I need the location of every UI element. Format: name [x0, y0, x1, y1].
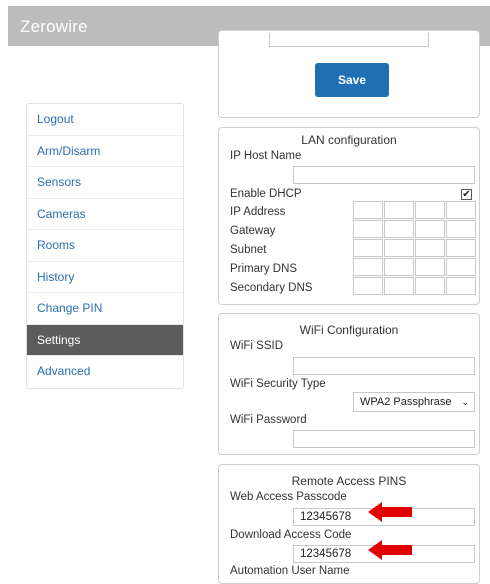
subnet-label: Subnet — [230, 244, 267, 256]
download-access-code-label: Download Access Code — [230, 529, 352, 541]
wifi-config-title: WiFi Configuration — [299, 323, 399, 337]
secondary-dns-octet-3[interactable] — [415, 277, 445, 295]
wifi-ssid-input[interactable] — [293, 357, 475, 375]
sidebar-item-sensors[interactable]: Sensors — [27, 167, 183, 199]
gateway-octet-1[interactable] — [353, 220, 383, 238]
gateway-octet-4[interactable] — [446, 220, 476, 238]
primary-dns-octet-4[interactable] — [446, 258, 476, 276]
ip-address-label: IP Address — [230, 206, 286, 218]
subnet-octet-1[interactable] — [353, 239, 383, 257]
sidebar-item-arm-disarm[interactable]: Arm/Disarm — [27, 136, 183, 167]
wifi-ssid-label: WiFi SSID — [230, 340, 284, 352]
annotation-arrow-icon — [368, 502, 412, 522]
secondary-dns-octet-4[interactable] — [446, 277, 476, 295]
sidebar-nav: Logout Arm/Disarm Sensors Cameras Rooms … — [26, 103, 184, 389]
ip-host-name-label: IP Host Name — [230, 150, 302, 162]
ip-address-octet-4[interactable] — [446, 201, 476, 219]
wifi-password-input[interactable] — [293, 430, 475, 448]
sidebar-item-advanced[interactable]: Advanced — [27, 356, 183, 388]
sidebar-item-logout[interactable]: Logout — [27, 104, 183, 136]
annotation-arrow-icon — [368, 540, 412, 560]
remote-access-panel: Remote Access PINS Web Access Passcode 1… — [218, 464, 480, 584]
sidebar-item-cameras[interactable]: Cameras — [27, 199, 183, 230]
subnet-octet-4[interactable] — [446, 239, 476, 257]
secondary-dns-octet-2[interactable] — [384, 277, 414, 295]
lan-config-panel: LAN configuration IP Host Name Enable DH… — [218, 127, 480, 305]
automation-user-name-label: Automation User Name — [230, 565, 350, 577]
ip-address-octet-1[interactable] — [353, 201, 383, 219]
gateway-octet-2[interactable] — [384, 220, 414, 238]
enable-dhcp-label: Enable DHCP — [230, 188, 302, 200]
save-button[interactable]: Save — [315, 63, 389, 97]
primary-dns-label: Primary DNS — [230, 263, 298, 275]
wifi-security-type-select[interactable]: WPA2 Passphrase ⌄ — [353, 392, 475, 412]
gateway-label: Gateway — [230, 225, 276, 237]
lan-config-title: LAN configuration — [301, 133, 397, 147]
subnet-octet-3[interactable] — [415, 239, 445, 257]
ip-address-octet-2[interactable] — [384, 201, 414, 219]
ip-address-octet-3[interactable] — [415, 201, 445, 219]
sidebar-item-settings[interactable]: Settings — [27, 324, 183, 356]
sidebar-item-history[interactable]: History — [27, 262, 183, 293]
secondary-dns-label: Secondary DNS — [230, 282, 313, 294]
web-access-passcode-label: Web Access Passcode — [230, 491, 347, 503]
save-panel: Save — [218, 30, 480, 118]
primary-dns-octet-1[interactable] — [353, 258, 383, 276]
sidebar-item-change-pin[interactable]: Change PIN — [27, 293, 183, 325]
primary-dns-octet-2[interactable] — [384, 258, 414, 276]
primary-dns-octet-3[interactable] — [415, 258, 445, 276]
ip-host-name-input[interactable] — [293, 166, 475, 184]
previous-field[interactable] — [269, 33, 429, 47]
secondary-dns-octet-1[interactable] — [353, 277, 383, 295]
wifi-security-type-label: WiFi Security Type — [230, 378, 326, 390]
chevron-down-icon: ⌄ — [461, 397, 469, 407]
app-title: Zerowire — [20, 17, 88, 36]
wifi-config-panel: WiFi Configuration WiFi SSID WiFi Securi… — [218, 313, 480, 455]
subnet-octet-2[interactable] — [384, 239, 414, 257]
wifi-security-type-value: WPA2 Passphrase — [360, 396, 452, 408]
enable-dhcp-checkbox[interactable]: ✔ — [461, 189, 472, 200]
gateway-octet-3[interactable] — [415, 220, 445, 238]
sidebar-item-rooms[interactable]: Rooms — [27, 230, 183, 262]
remote-access-title: Remote Access PINS — [291, 474, 407, 488]
wifi-password-label: WiFi Password — [230, 414, 307, 426]
